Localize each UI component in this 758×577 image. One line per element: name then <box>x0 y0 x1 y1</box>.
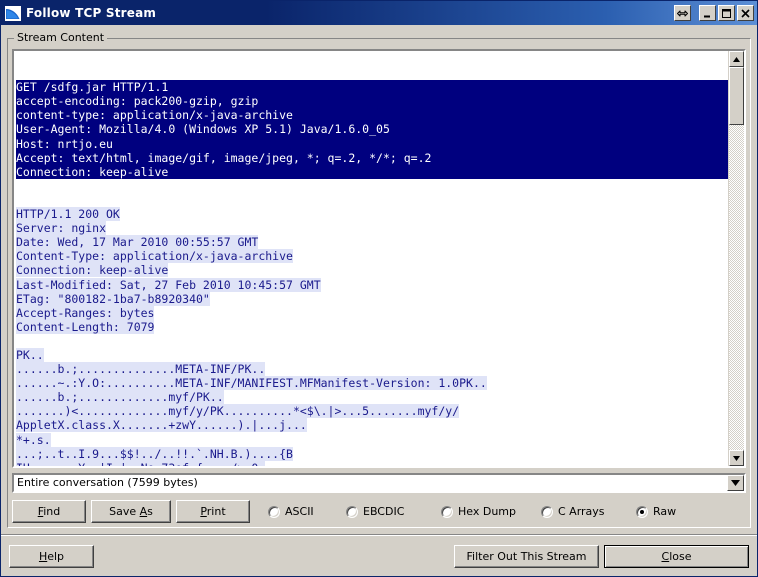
save-as-button[interactable]: Save As <box>91 500 171 523</box>
stream-line: AppletX.class.X.......+zwY......).|...j.… <box>16 418 307 433</box>
resize-button[interactable] <box>674 5 691 21</box>
title-bar[interactable]: Follow TCP Stream <box>1 1 757 25</box>
conversation-select[interactable]: Entire conversation (7599 bytes) <box>12 473 746 493</box>
radio-ebcdic-label: EBCDIC <box>363 505 405 518</box>
radio-hex-dump-indicator <box>441 505 453 518</box>
radio-ascii-label: ASCII <box>285 505 314 518</box>
radio-ascii[interactable]: ASCII <box>268 500 346 523</box>
radio-ascii-indicator <box>268 505 280 518</box>
radio-ebcdic[interactable]: EBCDIC <box>346 500 441 523</box>
radio-c-arrays[interactable]: C Arrays <box>541 500 636 523</box>
radio-hex-dump[interactable]: Hex Dump <box>441 500 541 523</box>
stream-line: *+.s. <box>16 432 51 447</box>
scrollbar-track[interactable] <box>729 67 744 450</box>
radio-ebcdic-indicator <box>346 505 358 518</box>
chevron-down-icon[interactable] <box>727 475 744 491</box>
stream-pane: GET /sdfg.jar HTTP/1.1 accept-encoding: … <box>12 49 746 468</box>
stream-line: GET /sdfg.jar HTTP/1.1 <box>16 80 169 95</box>
stream-line: Connection: keep-alive <box>16 263 169 278</box>
stream-line: ......~.:Y.O:..........META-INF/MANIFEST… <box>16 376 487 391</box>
stream-line: content-type: application/x-java-archive <box>16 108 293 123</box>
group-inner: GET /sdfg.jar HTTP/1.1 accept-encoding: … <box>12 49 746 523</box>
stream-line: Content-Length: 7079 <box>16 319 155 334</box>
maximize-button[interactable] <box>718 5 735 21</box>
stream-line: Host: nrtjo.eu <box>16 136 113 151</box>
group-label: Stream Content <box>14 31 108 45</box>
scrollbar-thumb[interactable] <box>729 67 744 125</box>
action-row: Find Save As Print ASCII EBCDIC Hex Dump… <box>12 500 746 523</box>
radio-raw-label: Raw <box>653 505 677 518</box>
print-button-label: Print <box>200 505 226 518</box>
close-dialog-button[interactable]: Close <box>604 544 749 568</box>
title-bar-buttons <box>672 5 754 21</box>
radio-hex-dump-label: Hex Dump <box>458 505 516 518</box>
stream-line: Accept-Ranges: bytes <box>16 305 155 320</box>
stream-text-view[interactable]: GET /sdfg.jar HTTP/1.1 accept-encoding: … <box>14 51 728 466</box>
stream-line: Server: nginx <box>16 221 107 236</box>
help-button-label: Help <box>38 549 65 563</box>
radio-c-arrays-indicator <box>541 505 553 518</box>
stream-content-group: Stream Content GET /sdfg.jar HTTP/1.1 ac… <box>7 31 751 528</box>
stream-line: ...;..t..I.9...$$!../..!!.`.NH.B.)....{B <box>16 446 293 461</box>
scroll-up-button[interactable] <box>729 51 744 67</box>
stream-line: Last-Modified: Sat, 27 Feb 2010 10:45:57… <box>16 277 321 292</box>
stream-line: ......b.;.............myf/PK.. <box>16 390 224 405</box>
follow-tcp-stream-window: Follow TCP Stream Stream Content GET /sd… <box>0 0 758 577</box>
stream-line: Accept: text/html, image/gif, image/jpeg… <box>16 150 432 165</box>
stream-line: ETag: "800182-1ba7-b8920340" <box>16 291 210 306</box>
filter-out-stream-label: Filter Out This Stream <box>466 549 587 563</box>
minimize-button[interactable] <box>699 5 716 21</box>
help-button[interactable]: Help <box>9 544 94 568</box>
stream-line: Content-Type: application/x-java-archive <box>16 249 293 264</box>
stream-line: HTTP/1.1 200 OK <box>16 207 120 222</box>
close-dialog-label: Close <box>661 549 692 563</box>
stream-line: .......)<.............myf/y/PK..........… <box>16 404 460 419</box>
stream-line: accept-encoding: pack200-gzip, gzip <box>16 94 259 109</box>
radio-c-arrays-label: C Arrays <box>558 505 605 518</box>
footer: Help Filter Out This Stream Close <box>1 536 757 576</box>
radio-raw-indicator <box>636 505 648 518</box>
stream-line: IH.......Y..|I.|_.No.73of.{..../>.0. <box>16 460 266 466</box>
stream-line: PK.. <box>16 347 44 362</box>
conversation-select-value: Entire conversation (7599 bytes) <box>14 475 727 491</box>
stream-line: ......b.;..............META-INF/PK.. <box>16 362 266 377</box>
print-button[interactable]: Print <box>176 500 250 523</box>
wireshark-shark-fin-icon <box>5 5 21 21</box>
radio-raw[interactable]: Raw <box>636 500 676 523</box>
scroll-down-button[interactable] <box>729 450 744 466</box>
close-button[interactable] <box>737 5 754 21</box>
filter-out-stream-button[interactable]: Filter Out This Stream <box>454 544 599 568</box>
stream-line: Date: Wed, 17 Mar 2010 00:55:57 GMT <box>16 235 259 250</box>
find-button-label: Find <box>37 505 61 518</box>
save-as-button-label: Save As <box>109 505 153 518</box>
response-block: HTTP/1.1 200 OK Server: nginx Date: Wed,… <box>16 207 728 466</box>
vertical-scrollbar[interactable] <box>728 51 744 466</box>
request-block: GET /sdfg.jar HTTP/1.1 accept-encoding: … <box>16 80 728 179</box>
stream-line: Connection: keep-alive <box>16 164 169 179</box>
window-title: Follow TCP Stream <box>26 6 157 20</box>
find-button[interactable]: Find <box>12 500 86 523</box>
stream-line: User-Agent: Mozilla/4.0 (Windows XP 5.1)… <box>16 122 390 137</box>
